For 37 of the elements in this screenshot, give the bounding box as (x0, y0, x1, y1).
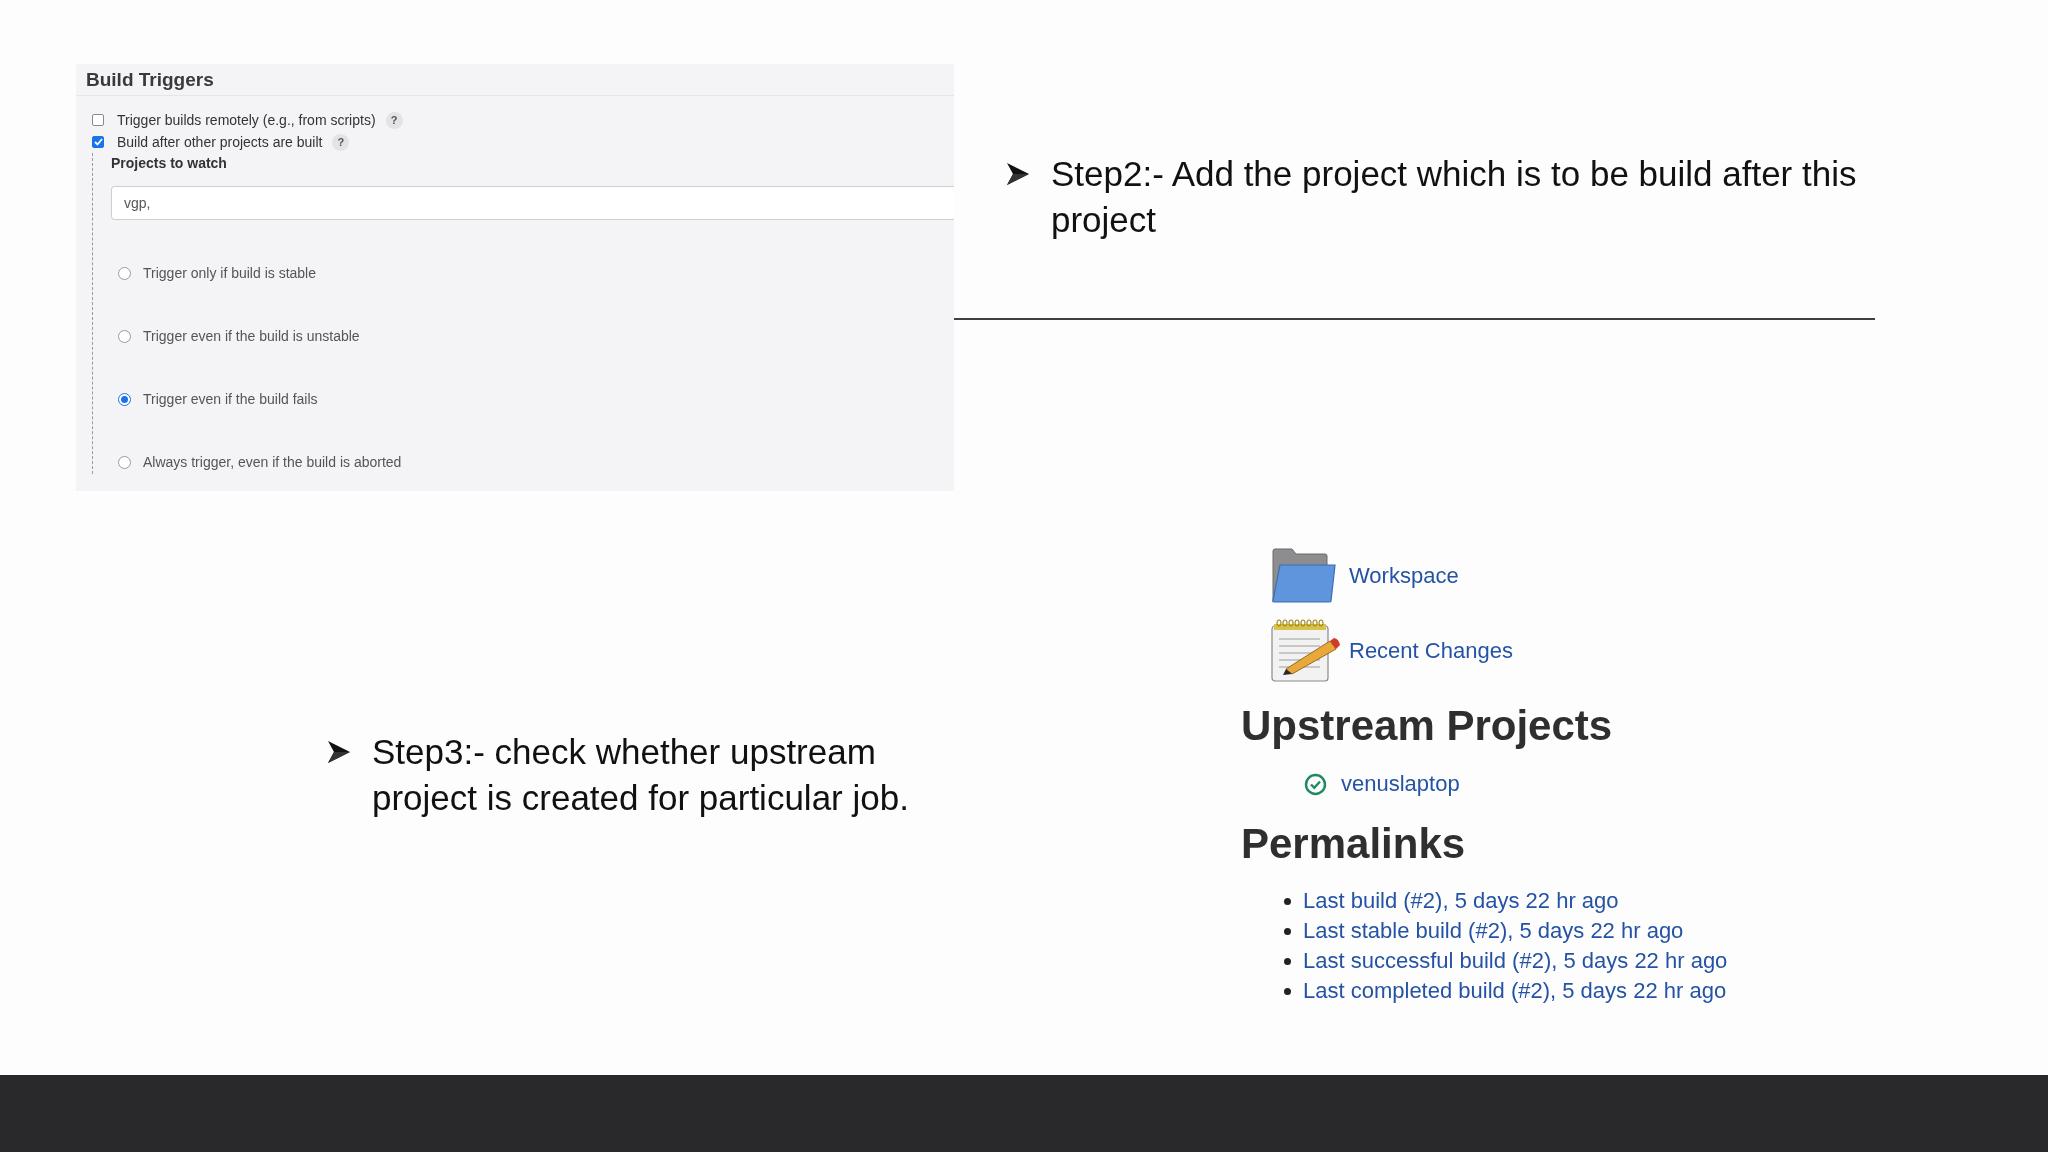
radio-button[interactable] (118, 329, 131, 343)
radio-button[interactable] (118, 266, 131, 280)
radio-label: Trigger even if the build fails (143, 391, 318, 407)
radio-label: Always trigger, even if the build is aborted (143, 454, 402, 470)
radio-label: Trigger only if build is stable (143, 265, 316, 281)
step-text: Step2:- Add the project which is to be build after this project (1051, 153, 1858, 241)
radio-button[interactable] (118, 392, 131, 406)
permalink[interactable]: Last successful build (#2), 5 days 22 hr ago (1303, 948, 1728, 974)
section-heading: Upstream Projects (1241, 702, 1613, 750)
permalink[interactable]: Last stable build (#2), 5 days 22 hr ago (1303, 918, 1684, 944)
step-text: Step3:- check whether upstream project is created for particular job. (372, 731, 910, 819)
radio-label: Trigger even if the build is unstable (143, 328, 360, 344)
bullet-icon (1284, 957, 1291, 965)
arrowhead-bullet-icon (1006, 162, 1030, 186)
permalink[interactable]: Last completed build (#2), 5 days 22 hr ago (1303, 978, 1727, 1004)
project-link[interactable]: venuslaptop (1341, 771, 1460, 797)
panel-title: Build Triggers (76, 64, 954, 96)
permalink[interactable]: Last build (#2), 5 days 22 hr ago (1303, 888, 1619, 914)
projects-input[interactable]: vgp, (111, 186, 954, 220)
checkbox[interactable] (92, 136, 104, 148)
arrowhead-bullet-icon (327, 740, 351, 764)
radio-button[interactable] (118, 455, 131, 469)
check-circle-icon (1303, 772, 1328, 796)
task-link[interactable]: Workspace (1349, 562, 1459, 589)
notepad-pencil-icon (1270, 619, 1341, 682)
checkbox-label: Build after other projects are built (117, 134, 323, 150)
checkbox-label: Trigger builds remotely (e.g., from scripts) (117, 112, 376, 128)
help-button[interactable]: ? (385, 111, 403, 129)
help-button[interactable]: ? (332, 133, 350, 151)
bullet-icon (1284, 897, 1291, 905)
section-heading: Permalinks (1241, 820, 1466, 868)
checkbox[interactable] (92, 114, 104, 126)
bullet-icon (1284, 927, 1291, 935)
task-link[interactable]: Recent Changes (1349, 637, 1513, 664)
folder-icon (1270, 548, 1337, 603)
bullet-icon (1284, 987, 1291, 995)
field-label: Projects to watch (111, 154, 227, 173)
